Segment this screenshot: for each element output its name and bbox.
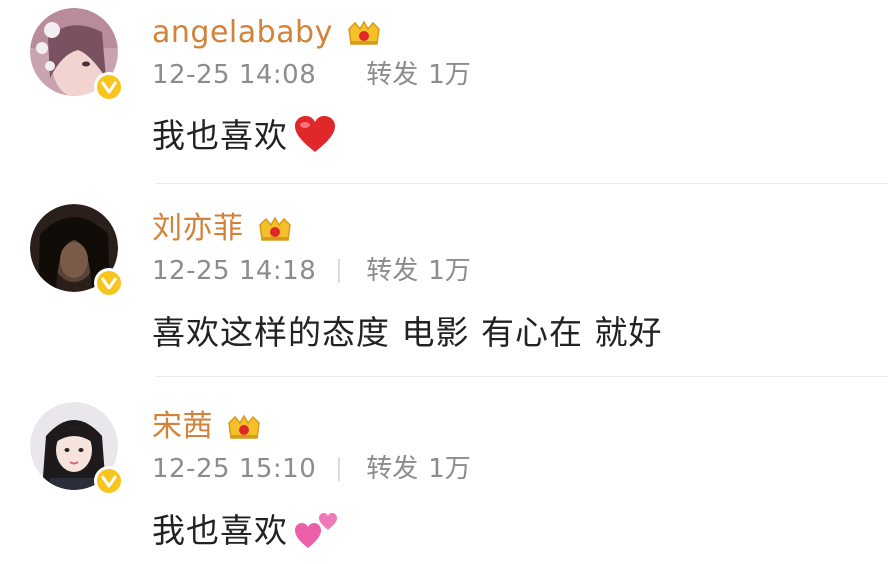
avatar[interactable] (30, 402, 124, 496)
meta-row: 12-25 14:18 转发 1万 (152, 258, 471, 284)
comment-text-row: 我也喜欢 (152, 116, 336, 154)
meta-divider (338, 457, 341, 481)
avatar[interactable] (30, 8, 124, 102)
timestamp: 12-25 14:18 (152, 256, 317, 286)
username[interactable]: 宋茜 (152, 412, 213, 442)
red-heart-icon (295, 116, 335, 152)
comment-feed: angelababy 12-25 14:08 转发 1万 我也喜欢 刘亦菲 12… (0, 0, 888, 564)
two-pink-hearts-icon (295, 513, 337, 548)
comment-item: 宋茜 12-25 15:10 转发 1万 我也喜欢 (0, 382, 888, 564)
username[interactable]: 刘亦菲 (152, 214, 244, 244)
comment-item: angelababy 12-25 14:08 转发 1万 我也喜欢 (0, 0, 888, 190)
comment-text-row: 我也喜欢 (152, 510, 342, 550)
repost-count: 1万 (428, 454, 471, 484)
repost-label[interactable]: 转发 (366, 62, 418, 88)
meta-divider (338, 259, 341, 283)
vip-crown-icon (348, 20, 380, 45)
meta-row: 12-25 15:10 转发 1万 (152, 456, 471, 482)
vip-crown-icon (228, 414, 260, 439)
avatar[interactable] (30, 204, 124, 298)
verified-badge (94, 466, 124, 496)
verified-badge (94, 268, 124, 298)
verified-v-icon (101, 81, 117, 94)
repost-label[interactable]: 转发 (366, 258, 418, 284)
comment-item: 刘亦菲 12-25 14:18 转发 1万 喜欢这样的态度 电影 有心在 就好 (0, 190, 888, 382)
vip-crown-icon (258, 216, 291, 241)
comment-text: 我也喜欢 (152, 510, 288, 550)
meta-row: 12-25 14:08 转发 1万 (152, 62, 471, 88)
timestamp: 12-25 15:10 (152, 454, 317, 484)
repost-count: 1万 (428, 256, 471, 286)
meta-divider (338, 63, 340, 87)
divider (155, 183, 888, 184)
verified-badge (94, 72, 124, 102)
verified-v-icon (101, 475, 117, 488)
divider (155, 376, 888, 377)
comment-text: 我也喜欢 (152, 115, 288, 155)
repost-label[interactable]: 转发 (366, 456, 418, 482)
repost-count: 1万 (428, 60, 471, 90)
comment-text-row: 喜欢这样的态度 电影 有心在 就好 (152, 316, 662, 349)
username-row: angelababy (152, 18, 381, 48)
comment-text: 喜欢这样的态度 电影 有心在 就好 (152, 313, 663, 352)
username-row: 刘亦菲 (152, 214, 292, 244)
username[interactable]: angelababy (152, 18, 333, 48)
timestamp: 12-25 14:08 (152, 60, 317, 90)
username-row: 宋茜 (152, 412, 261, 442)
verified-v-icon (101, 277, 117, 290)
